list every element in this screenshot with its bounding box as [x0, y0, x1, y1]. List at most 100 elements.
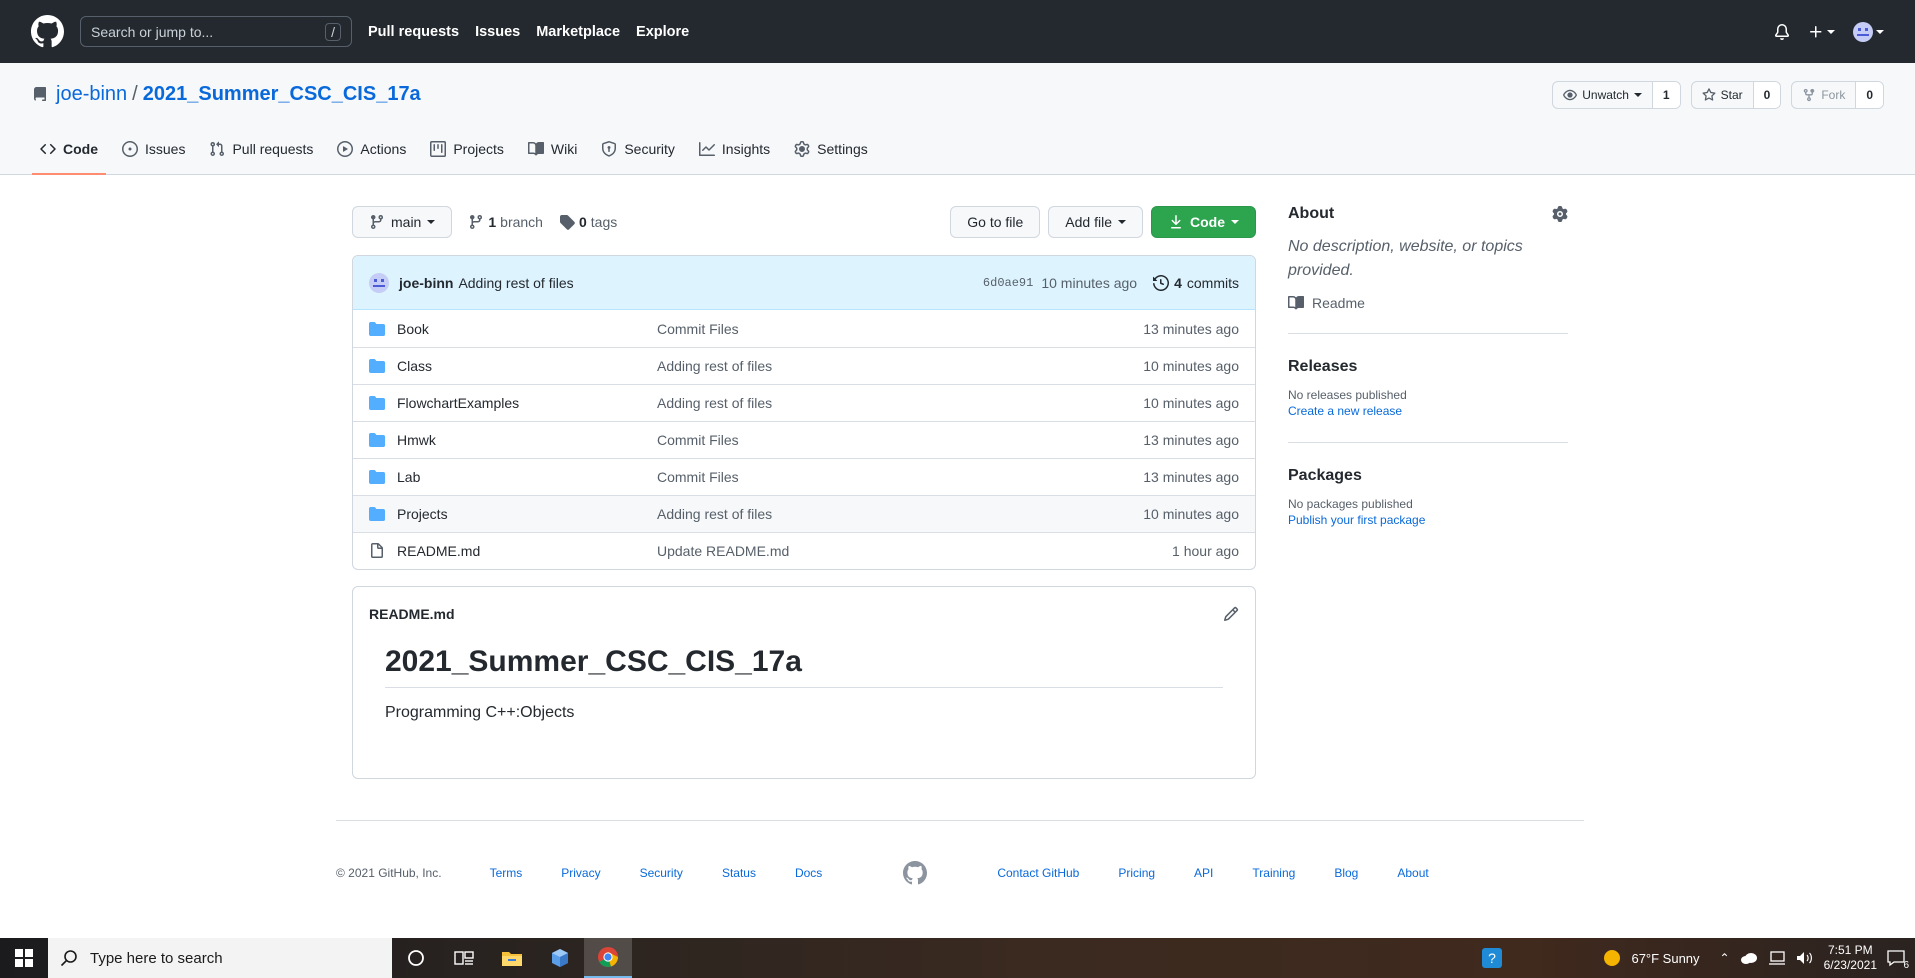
footer-link-training[interactable]: Training: [1252, 866, 1295, 880]
file-name[interactable]: FlowchartExamples: [397, 395, 657, 411]
footer-link-terms[interactable]: Terms: [490, 866, 523, 880]
app-button[interactable]: [536, 938, 584, 978]
chevron-up-icon[interactable]: ⌃: [1720, 951, 1730, 965]
github-mark-icon[interactable]: [903, 861, 928, 885]
network-icon[interactable]: [1768, 951, 1786, 965]
nav-pull-requests[interactable]: Pull requests: [368, 24, 459, 40]
file-row[interactable]: Hmwk Commit Files 13 minutes ago: [353, 421, 1255, 458]
code-download-button[interactable]: Code: [1151, 206, 1256, 238]
readme-link[interactable]: Readme: [1288, 295, 1568, 334]
folder-icon: [369, 396, 385, 410]
file-name[interactable]: Lab: [397, 469, 657, 485]
footer-link-blog[interactable]: Blog: [1334, 866, 1358, 880]
file-commit-message[interactable]: Adding rest of files: [657, 506, 1143, 522]
file-name[interactable]: Class: [397, 358, 657, 374]
go-to-file-button[interactable]: Go to file: [950, 206, 1041, 238]
cloud-icon[interactable]: [1740, 952, 1758, 964]
footer-link-docs[interactable]: Docs: [795, 866, 822, 880]
create-new-menu[interactable]: [1808, 24, 1835, 40]
repo-owner-link[interactable]: joe-binn: [56, 83, 127, 106]
publish-package-link[interactable]: Publish your first package: [1288, 513, 1568, 527]
start-button[interactable]: [0, 938, 48, 978]
tab-security[interactable]: Security: [593, 124, 683, 175]
file-commit-message[interactable]: Commit Files: [657, 432, 1143, 448]
fork-button[interactable]: Fork: [1792, 82, 1855, 108]
footer-link-api[interactable]: API: [1194, 866, 1213, 880]
commit-time: 10 minutes ago: [1041, 274, 1138, 291]
file-commit-message[interactable]: Update README.md: [657, 543, 1172, 559]
nav-marketplace[interactable]: Marketplace: [536, 24, 620, 40]
branch-name: main: [391, 214, 422, 230]
commit-author[interactable]: joe-binn: [399, 275, 453, 291]
file-explorer-button[interactable]: [488, 938, 536, 978]
commit-message[interactable]: Adding rest of files: [458, 275, 573, 291]
about-title: About: [1288, 205, 1335, 222]
task-view-button[interactable]: [440, 938, 488, 978]
file-row[interactable]: Lab Commit Files 13 minutes ago: [353, 458, 1255, 495]
commits-link[interactable]: 4 commits: [1153, 275, 1239, 291]
star-button[interactable]: Star: [1692, 82, 1753, 108]
footer-link-about[interactable]: About: [1397, 866, 1428, 880]
file-commit-message[interactable]: Commit Files: [657, 321, 1143, 337]
tab-code[interactable]: Code: [32, 124, 106, 175]
branch-select-button[interactable]: main: [352, 206, 453, 238]
avatar[interactable]: [369, 272, 389, 293]
tab-insights[interactable]: Insights: [691, 124, 778, 175]
tab-wiki[interactable]: Wiki: [520, 124, 585, 175]
tags-link[interactable]: 0 tags: [559, 214, 617, 230]
file-commit-message[interactable]: Adding rest of files: [657, 395, 1143, 411]
clock-time: 7:51 PM: [1827, 943, 1873, 957]
file-row[interactable]: FlowchartExamples Adding rest of files 1…: [353, 384, 1255, 421]
branches-link[interactable]: 1 branch: [468, 214, 543, 230]
fork-count[interactable]: 0: [1855, 82, 1883, 108]
create-release-link[interactable]: Create a new release: [1288, 404, 1568, 418]
notification-center-button[interactable]: 6: [1887, 949, 1909, 971]
footer-link-status[interactable]: Status: [722, 866, 756, 880]
chrome-button[interactable]: [584, 938, 632, 978]
tab-settings[interactable]: Settings: [786, 124, 876, 175]
file-row[interactable]: Projects Adding rest of files 10 minutes…: [353, 495, 1255, 532]
file-name[interactable]: README.md: [397, 543, 657, 559]
file-row[interactable]: Class Adding rest of files 10 minutes ag…: [353, 347, 1255, 384]
file-name[interactable]: Book: [397, 321, 657, 337]
watch-button-group: Unwatch 1: [1552, 81, 1681, 109]
file-commit-message[interactable]: Commit Files: [657, 469, 1143, 485]
nav-explore[interactable]: Explore: [636, 24, 689, 40]
footer-link-security[interactable]: Security: [640, 866, 683, 880]
add-file-button[interactable]: Add file: [1048, 206, 1143, 238]
tab-actions[interactable]: Actions: [329, 124, 414, 175]
footer-link-pricing[interactable]: Pricing: [1118, 866, 1155, 880]
volume-icon[interactable]: [1796, 951, 1814, 965]
file-name[interactable]: Hmwk: [397, 432, 657, 448]
tab-label: Actions: [360, 140, 407, 157]
readme-filename[interactable]: README.md: [369, 606, 455, 622]
search-input[interactable]: Search or jump to... /: [80, 16, 352, 47]
bell-icon[interactable]: [1774, 23, 1790, 40]
weather-text[interactable]: 67°F Sunny: [1631, 951, 1699, 966]
watch-button[interactable]: Unwatch: [1553, 82, 1652, 108]
packages-title[interactable]: Packages: [1288, 467, 1568, 485]
gear-icon[interactable]: [1552, 206, 1568, 222]
repo-name-link[interactable]: 2021_Summer_CSC_CIS_17a: [143, 83, 421, 106]
file-row[interactable]: Book Commit Files 13 minutes ago: [353, 310, 1255, 347]
pencil-icon[interactable]: [1223, 606, 1239, 622]
star-count[interactable]: 0: [1752, 82, 1781, 108]
tab-issues[interactable]: Issues: [114, 124, 193, 175]
github-logo-icon[interactable]: [31, 15, 64, 48]
watch-count[interactable]: 1: [1651, 82, 1680, 108]
footer-link-privacy[interactable]: Privacy: [561, 866, 600, 880]
file-row[interactable]: README.md Update README.md 1 hour ago: [353, 532, 1255, 569]
commit-sha[interactable]: 6d0ae91: [983, 276, 1033, 290]
system-clock[interactable]: 7:51 PM 6/23/2021: [1824, 943, 1877, 973]
releases-title[interactable]: Releases: [1288, 358, 1568, 376]
cortana-button[interactable]: [392, 938, 440, 978]
user-menu[interactable]: [1853, 21, 1884, 42]
footer-link-contact[interactable]: Contact GitHub: [997, 866, 1079, 880]
nav-issues[interactable]: Issues: [475, 24, 520, 40]
file-name[interactable]: Projects: [397, 506, 657, 522]
help-icon[interactable]: ?: [1481, 947, 1503, 969]
tab-projects[interactable]: Projects: [422, 124, 512, 175]
taskbar-search-input[interactable]: Type here to search: [48, 938, 392, 978]
file-commit-message[interactable]: Adding rest of files: [657, 358, 1143, 374]
tab-pull-requests[interactable]: Pull requests: [201, 124, 321, 175]
